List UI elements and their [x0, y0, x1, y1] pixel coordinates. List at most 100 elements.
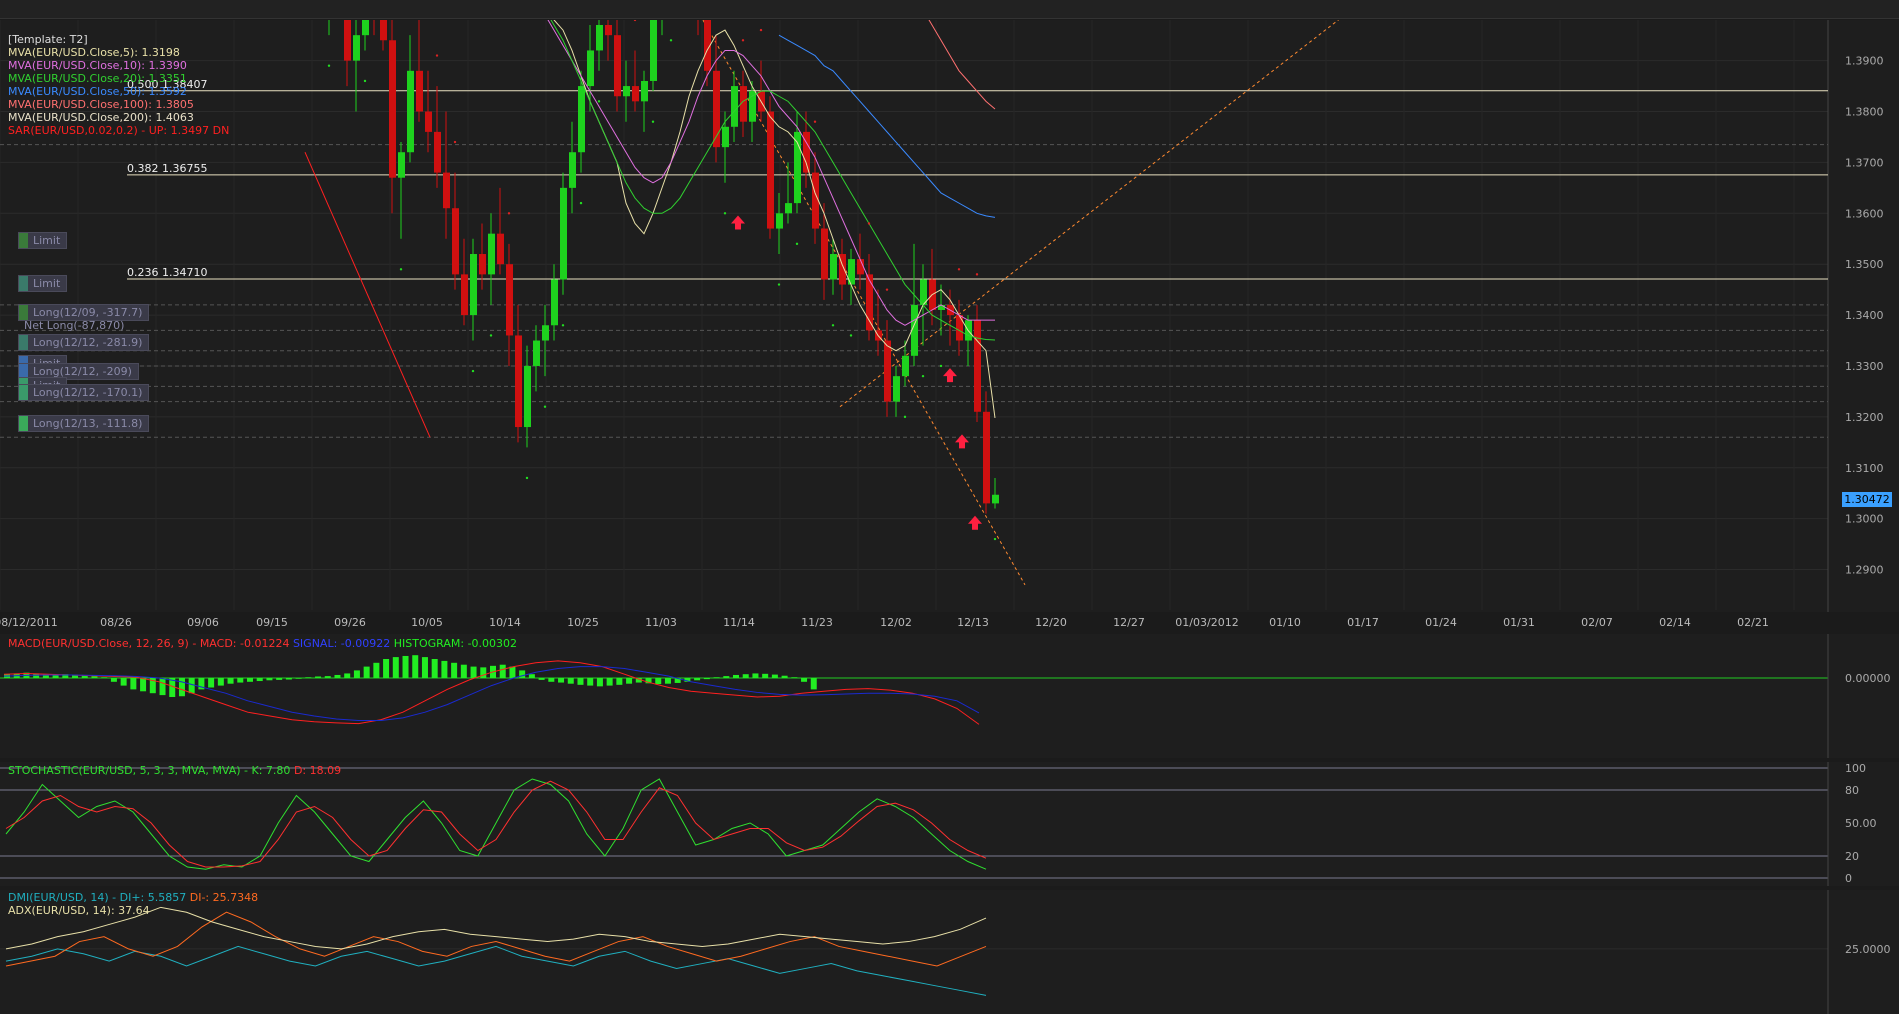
x-axis-tick-label: 10/14: [489, 616, 521, 629]
candle-body: [470, 254, 477, 316]
candle-body: [974, 320, 981, 412]
macd-label: MACD(EUR/USD.Close, 12, 26, 9) -: [8, 637, 197, 650]
sar-dot: [831, 324, 835, 327]
macd-histogram-bar: [402, 655, 409, 678]
trade-arrow-icon: [943, 368, 957, 383]
trade-arrow-icon: [731, 215, 745, 230]
di-plus-value: DI+: 5.5857: [119, 891, 187, 904]
macd-chart[interactable]: 0.00000: [0, 634, 1899, 758]
price-y-tick-label: 1.3500: [1845, 258, 1884, 271]
order-tag[interactable]: Limit: [18, 275, 68, 292]
x-axis-tick-label: 11/14: [723, 616, 755, 629]
order-tag[interactable]: Net Long(-87,870): [18, 318, 130, 333]
sar-dot: [903, 415, 907, 419]
dmi-panel[interactable]: 25.0000 DMI(EUR/USD, 14) - DI+: 5.5857 D…: [0, 890, 1899, 1014]
x-axis-tick-label: 09/15: [256, 616, 288, 629]
macd-histogram-bar: [703, 678, 710, 680]
legend-series-name: MVA(EUR/USD.Close,200):: [8, 111, 156, 124]
x-axis-tick-label: 01/10: [1269, 616, 1301, 629]
candle-body: [893, 376, 900, 402]
macd-histogram-bar: [140, 678, 147, 692]
macd-histogram-bar: [110, 678, 117, 682]
macd-histogram-bar: [101, 677, 108, 678]
candle-body: [902, 355, 909, 377]
candle-body: [992, 494, 999, 504]
price-y-tick-label: 1.3100: [1845, 462, 1884, 475]
x-axis-tick-label: 02/21: [1737, 616, 1769, 629]
order-tag-label: Long(12/12, -170.1): [33, 386, 143, 399]
macd-histogram-bar: [567, 678, 574, 684]
top-toolbar: [0, 0, 1899, 19]
dmi-label: DMI(EUR/USD, 14) -: [8, 891, 117, 904]
candle-body: [479, 254, 486, 275]
candle-body: [353, 35, 360, 61]
x-axis-tick-label: 11/23: [801, 616, 833, 629]
candle-body: [722, 126, 729, 148]
macd-histogram-bar: [334, 674, 341, 678]
stochastic-y-tick-label: 100: [1845, 762, 1866, 775]
stochastic-y-tick-label: 0: [1845, 872, 1852, 885]
legend-series-value: UP: 1.3497 DN: [148, 124, 230, 137]
macd-histogram-bar: [791, 677, 798, 678]
x-axis-tick-label: 12/13: [957, 616, 989, 629]
macd-histogram-bar: [178, 678, 185, 697]
sar-dot: [561, 324, 565, 327]
macd-histogram-bar: [538, 678, 545, 680]
candle-body: [614, 35, 621, 97]
macd-histogram-bar: [616, 678, 623, 685]
order-tag[interactable]: Long(12/12, -170.1): [18, 384, 150, 401]
macd-panel[interactable]: 0.00000 MACD(EUR/USD.Close, 12, 26, 9) -…: [0, 634, 1899, 758]
macd-histogram-bar: [363, 666, 370, 678]
price-chart[interactable]: 1.3900 1.3800 1.3700 1.3600 1.3500 1.3400 1.33…: [0, 20, 1899, 612]
order-color-swatch: [19, 416, 28, 431]
macd-histogram-bar: [91, 676, 98, 678]
candle-body: [731, 86, 738, 127]
legend-series-name: MVA(EUR/USD.Close,20):: [8, 72, 149, 85]
sar-dot: [579, 201, 583, 205]
candle-body: [623, 86, 630, 97]
candle-body: [596, 25, 603, 51]
legend-series-value: 1.3198: [141, 46, 180, 59]
dmi-line: [5, 945, 987, 996]
macd-histogram-bar: [208, 678, 215, 688]
sar-dot: [921, 374, 925, 378]
price-panel[interactable]: 1.3900 1.3800 1.3700 1.3600 1.3500 1.3400 1.33…: [0, 20, 1899, 612]
sar-dot: [867, 222, 871, 225]
macd-histogram-bar: [762, 673, 769, 678]
macd-histogram-bar: [801, 678, 808, 682]
macd-histogram-bar: [558, 678, 565, 683]
sar-dot: [453, 140, 457, 144]
candle-body: [515, 335, 522, 428]
macd-histogram-bar: [460, 664, 467, 678]
price-legend-item: SAR(EUR/USD,0.02,0.2) - UP: 1.3497 DN: [8, 124, 229, 137]
macd-histogram-bar: [528, 674, 535, 678]
macd-legend: MACD(EUR/USD.Close, 12, 26, 9) - MACD: -…: [8, 637, 517, 650]
stochastic-panel[interactable]: 100 80 50.00 20 0 STOCHASTIC(EUR/USD, 5, 3, …: [0, 762, 1899, 886]
macd-histogram-bar: [412, 655, 419, 678]
macd-histogram-bar: [285, 678, 292, 680]
macd-value: MACD: -0.01224: [199, 637, 290, 650]
order-tag[interactable]: Long(12/12, -281.9): [18, 334, 150, 351]
candle-body: [983, 411, 990, 504]
macd-histogram-bar: [548, 678, 555, 682]
order-tag-label: Long(12/13, -111.8): [33, 417, 143, 430]
trade-arrow-icon: [968, 515, 982, 530]
di-minus-value: DI-: 25.7348: [189, 891, 259, 904]
order-tag[interactable]: Long(12/13, -111.8): [18, 415, 150, 432]
legend-series-name: MVA(EUR/USD.Close,50):: [8, 85, 149, 98]
dmi-chart[interactable]: 25.0000: [0, 890, 1899, 1014]
x-axis-tick-label: 01/24: [1425, 616, 1457, 629]
candle-body: [425, 111, 432, 132]
legend-series-name: MVA(EUR/USD.Close,10):: [8, 59, 149, 72]
sar-dot: [813, 120, 817, 123]
sar-dot: [471, 369, 475, 373]
candle-body: [578, 86, 585, 153]
price-legend-item: MVA(EUR/USD.Close,50): 1.3592: [8, 85, 187, 98]
stochastic-chart[interactable]: 100 80 50.00 20 0: [0, 762, 1899, 886]
macd-histogram-bar: [188, 678, 195, 694]
candle-body: [488, 233, 495, 275]
x-axis-labels: 08/12/2011 08/26 09/06 09/15 09/26 10/05 10/14…: [0, 616, 1769, 629]
order-tag[interactable]: Limit: [18, 232, 68, 249]
macd-histogram-bar: [626, 678, 633, 684]
macd-histogram-bar: [344, 673, 351, 678]
